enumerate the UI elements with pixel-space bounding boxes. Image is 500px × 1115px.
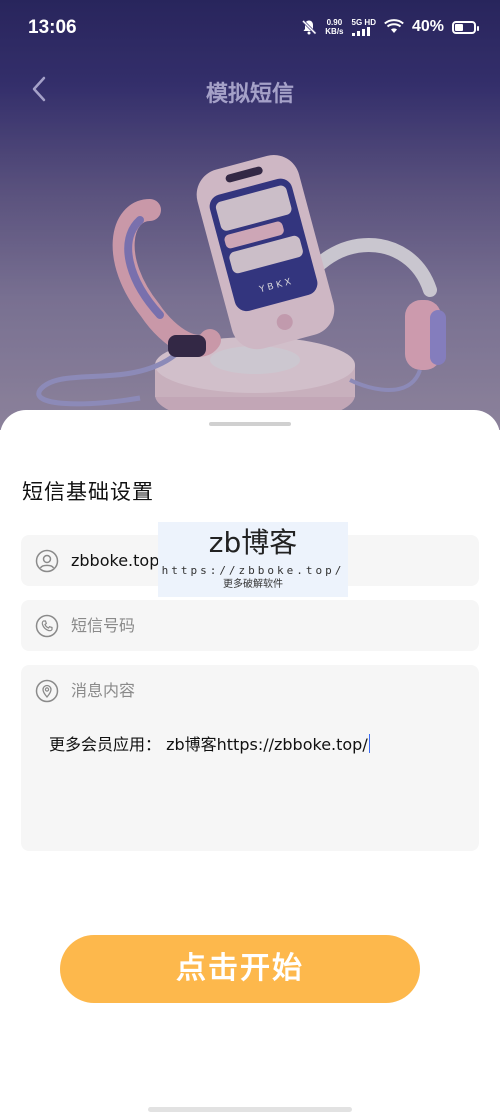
- network-type: 5G HD: [351, 17, 376, 27]
- message-content-field[interactable]: 消息内容 更多会员应用： zb博客https://zbboke.top/: [21, 665, 479, 851]
- sheet-drag-handle[interactable]: [209, 422, 291, 426]
- section-title: 短信基础设置: [22, 480, 154, 504]
- cellular-signal: 5G HD: [351, 17, 376, 36]
- battery-percent: 40%: [411, 18, 444, 35]
- settings-sheet: 短信基础设置 zbboke.top 短信号码 消息内容 更多会员应用： zb博客…: [0, 410, 500, 1115]
- battery-icon: [452, 20, 479, 34]
- start-button[interactable]: 点击开始: [60, 935, 420, 1003]
- message-content-value[interactable]: 更多会员应用： zb博客https://zbboke.top/: [49, 731, 370, 755]
- wifi-icon: [384, 19, 404, 33]
- status-icons: 0.90 KB/s 5G HD 40%: [301, 17, 479, 36]
- location-pin-icon: [35, 679, 59, 703]
- speed-unit: KB/s: [325, 27, 344, 36]
- page-title: 模拟短信: [205, 82, 294, 107]
- status-bar: 13:06 0.90 KB/s 5G HD 40%: [0, 0, 500, 60]
- speed-value: 0.90: [326, 18, 343, 27]
- message-content-text: 更多会员应用： zb博客https://zbboke.top/: [49, 735, 368, 754]
- watermark-url: https://zbboke.top/: [161, 564, 345, 577]
- phone-icon: [35, 614, 59, 638]
- phone-number-field[interactable]: 短信号码: [21, 600, 479, 651]
- text-caret: [368, 734, 370, 753]
- sender-value[interactable]: zbboke.top: [71, 549, 159, 573]
- signal-bars-icon: [351, 26, 370, 36]
- watermark-title: zb博客: [208, 526, 298, 559]
- network-speed: 0.90 KB/s: [325, 18, 343, 36]
- status-time: 13:06: [28, 17, 77, 38]
- home-indicator[interactable]: [148, 1107, 352, 1112]
- watermark-overlay: zb博客 https://zbboke.top/ 更多破解软件: [158, 522, 348, 597]
- hero-overlay: [0, 0, 500, 430]
- user-icon: [35, 549, 59, 573]
- message-content-placeholder: 消息内容: [71, 681, 136, 700]
- hero-banner: Y B K X 13:06 0.90 KB/s 5G HD 40% 模拟短信: [0, 0, 500, 430]
- phone-number-placeholder[interactable]: 短信号码: [71, 614, 135, 638]
- mute-bell-icon: [302, 19, 317, 35]
- watermark-subtitle: 更多破解软件: [223, 579, 283, 590]
